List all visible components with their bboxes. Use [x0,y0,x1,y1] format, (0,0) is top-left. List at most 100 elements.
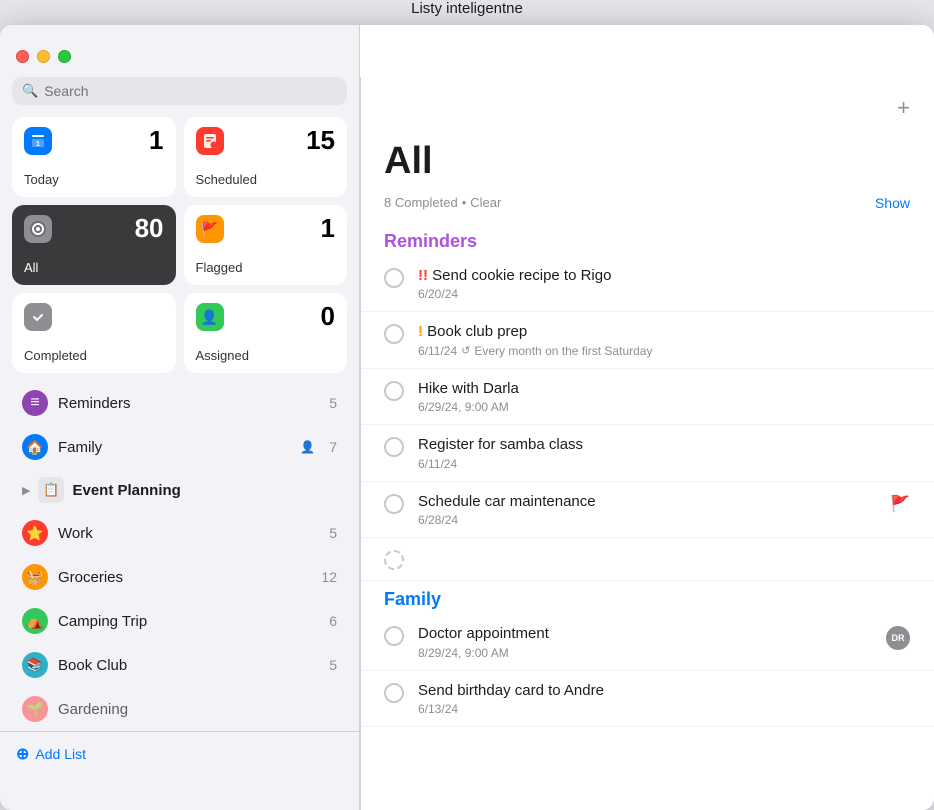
completed-bar: 8 Completed • Clear Show [360,191,934,223]
reminder-item-f2[interactable]: Send birthday card to Andre 6/13/24 [360,671,934,728]
window-title: Listy inteligentne [0,0,934,17]
list-item-camping[interactable]: ⛺ Camping Trip 6 [6,599,353,643]
add-list-button[interactable]: ⊕ Add List [0,731,359,776]
event-planning-icon: 📋 [38,477,64,503]
flagged-count: 1 [321,215,335,241]
completed-label: Completed [24,348,164,363]
reminder-checkbox-r6[interactable] [384,550,404,570]
section-header-family: Family [360,581,934,614]
reminder-title-r3: Hike with Darla [418,379,910,399]
list-item-gardening[interactable]: 🌱 Gardening [6,687,353,731]
gardening-icon: 🌱 [22,696,48,722]
search-input[interactable] [44,83,337,99]
work-icon: ⭐ [22,520,48,546]
clear-button[interactable]: Clear [470,195,501,210]
list-item-family[interactable]: 🏠 Family 👤 7 [6,425,353,469]
smart-tile-today[interactable]: 1 1 Today [12,117,176,197]
chevron-right-icon: ▶ [22,484,30,497]
minimize-button[interactable] [37,50,50,63]
today-count: 1 [149,127,163,153]
main-panel: + All 8 Completed • Clear Show Reminders [360,25,934,810]
reminder-item-r2[interactable]: ! Book club prep 6/11/24 ↺ Every month o… [360,312,934,369]
reminder-item-f1[interactable]: Doctor appointment 8/29/24, 9:00 AM DR [360,614,934,671]
completed-icon [24,303,52,331]
reminder-item-r3[interactable]: Hike with Darla 6/29/24, 9:00 AM [360,369,934,426]
completed-separator: • [462,195,467,210]
camping-count: 6 [329,613,337,629]
smart-tile-flagged[interactable]: 🚩 1 Flagged [184,205,348,285]
reminder-checkbox-r1[interactable] [384,268,404,288]
reminder-title-f2: Send birthday card to Andre [418,681,910,701]
groceries-count: 12 [321,569,337,585]
smart-lists-grid: 1 1 Today [0,117,359,381]
reminder-date-r1: 6/20/24 [418,287,910,301]
panel-title: All [384,141,433,183]
priority-high-r1: !! [418,267,432,284]
sidebar-list: ≡ Reminders 5 🏠 Family 👤 7 [0,381,359,810]
reminder-body-r1: !! Send cookie recipe to Rigo 6/20/24 [418,266,910,302]
list-item-work[interactable]: ⭐ Work 5 [6,511,353,555]
shared-icon: 👤 [300,440,315,454]
avatar-badge-f1: DR [886,626,910,650]
list-item-book-club[interactable]: 📚 Book Club 5 [6,643,353,687]
close-button[interactable] [16,50,29,63]
reminder-item-r5[interactable]: Schedule car maintenance 6/28/24 🚩 [360,482,934,539]
family-list-name: Family [58,439,290,456]
smart-tile-assigned[interactable]: 👤 0 Assigned [184,293,348,373]
add-list-label: Add List [35,746,86,762]
reminder-title-r4: Register for samba class [418,435,910,455]
today-label: Today [24,172,164,187]
family-icon: 🏠 [22,434,48,460]
family-count: 7 [329,439,337,455]
reminder-item-r1[interactable]: !! Send cookie recipe to Rigo 6/20/24 [360,256,934,313]
smart-tile-all[interactable]: 80 All [12,205,176,285]
priority-med-r2: ! [418,323,427,340]
reminder-checkbox-r5[interactable] [384,494,404,514]
search-bar[interactable]: 🔍 [12,77,347,105]
scheduled-label: Scheduled [196,172,336,187]
reminder-body-f1: Doctor appointment 8/29/24, 9:00 AM [418,624,872,660]
reminder-item-r4[interactable]: Register for samba class 6/11/24 [360,425,934,482]
panel-header: All [360,125,934,191]
book-club-list-name: Book Club [58,657,319,674]
gardening-list-name: Gardening [58,701,337,718]
reminder-body-r2: ! Book club prep 6/11/24 ↺ Every month o… [418,322,910,358]
show-button[interactable]: Show [875,195,910,211]
reminder-checkbox-r3[interactable] [384,381,404,401]
camping-list-name: Camping Trip [58,613,319,630]
reminder-checkbox-r4[interactable] [384,437,404,457]
work-list-name: Work [58,525,319,542]
assigned-icon: 👤 [196,303,224,331]
list-item-reminders[interactable]: ≡ Reminders 5 [6,381,353,425]
repeat-icon-r2: ↺ [461,344,470,357]
event-planning-name: Event Planning [72,482,180,499]
section-header-reminders: Reminders [360,223,934,256]
reminder-item-r6[interactable] [360,538,934,581]
smart-tile-completed[interactable]: Completed [12,293,176,373]
reminder-body-r5: Schedule car maintenance 6/28/24 [418,492,876,528]
assigned-count: 0 [321,303,335,329]
add-reminder-button[interactable]: + [889,91,918,125]
groceries-list-name: Groceries [58,569,311,586]
reminder-date-f2: 6/13/24 [418,702,910,716]
camping-icon: ⛺ [22,608,48,634]
work-count: 5 [329,525,337,541]
smart-tile-scheduled[interactable]: 15 Scheduled [184,117,348,197]
reminder-date-f1: 8/29/24, 9:00 AM [418,646,872,660]
reminders-icon: ≡ [22,390,48,416]
reminder-checkbox-r2[interactable] [384,324,404,344]
reminder-checkbox-f2[interactable] [384,683,404,703]
maximize-button[interactable] [58,50,71,63]
list-item-groceries[interactable]: 🧺 Groceries 12 [6,555,353,599]
reminder-checkbox-f1[interactable] [384,626,404,646]
reminder-title-f1: Doctor appointment [418,624,872,644]
all-icon [24,215,52,243]
traffic-lights [16,50,71,63]
reminders-count: 5 [329,395,337,411]
group-event-planning[interactable]: ▶ 📋 Event Planning [6,469,353,511]
reminder-body-f2: Send birthday card to Andre 6/13/24 [418,681,910,717]
reminders-list-name: Reminders [58,395,319,412]
flag-icon-r5: 🚩 [890,494,910,514]
reminder-date-r2: 6/11/24 ↺ Every month on the first Satur… [418,344,910,358]
reminder-title-r1: !! Send cookie recipe to Rigo [418,266,910,286]
